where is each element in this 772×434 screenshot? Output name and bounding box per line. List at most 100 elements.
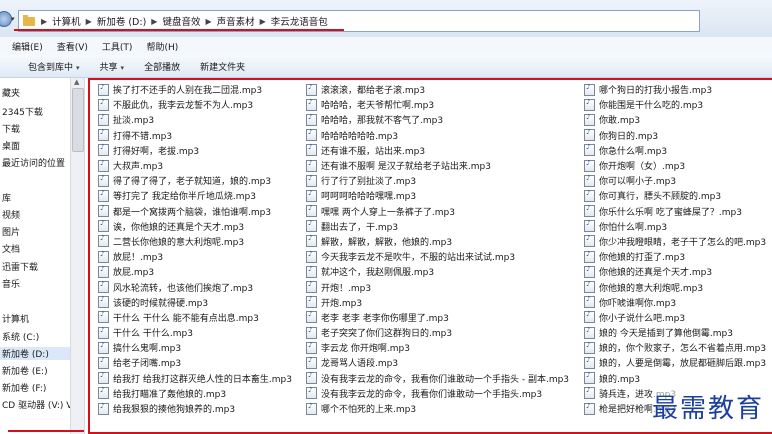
file-item[interactable]: 你他娘的还真是个天才.mp3	[584, 264, 766, 279]
file-item[interactable]: 给我打瞄准了轰他娘的.mp3	[98, 386, 292, 401]
separator-icon[interactable]: ▶	[38, 17, 50, 26]
file-item[interactable]: 解散，解散，解散，他娘的.mp3	[306, 234, 569, 249]
menu-view[interactable]: 查看(V)	[50, 40, 95, 53]
file-item[interactable]: 还有谁不服啊 是汉子就给老子站出来.mp3	[306, 158, 569, 173]
nav-item-drive-c[interactable]: 系统 (C:)	[2, 330, 39, 343]
nav-item-libraries[interactable]: 库	[2, 191, 11, 204]
breadcrumb-voice-pack[interactable]: 李云龙语音包	[269, 14, 330, 28]
file-item[interactable]: 该硬的时候就得硬.mp3	[98, 295, 292, 310]
file-item[interactable]: 你能围是干什么吃的.mp3	[584, 97, 766, 112]
file-item[interactable]: 给老子闭嘴.mp3	[98, 355, 292, 370]
file-item[interactable]: 你开炮啊（女）.mp3	[584, 158, 766, 173]
file-item[interactable]: 哈哈哈，老天爷帮忙啊.mp3	[306, 97, 569, 112]
file-item[interactable]: 今天我李云龙不是吹牛，不服的站出来试试.mp3	[306, 249, 569, 264]
file-item[interactable]: 你吓唬谁啊你.mp3	[584, 295, 766, 310]
nav-item-drive-d[interactable]: 新加卷 (D:)	[0, 347, 72, 360]
breadcrumb-keyboard-sounds[interactable]: 键盘音效	[160, 14, 202, 28]
file-item[interactable]: 哪个狗日的打我小报告.mp3	[584, 82, 766, 97]
file-item[interactable]: 等打完了 我定给你半斤地瓜烧.mp3	[98, 188, 292, 203]
file-item[interactable]: 你可真行，膘头不顾腚的.mp3	[584, 188, 766, 203]
file-item[interactable]: 你少冲我瞪眼睛，老子干了怎么的吧.mp3	[584, 234, 766, 249]
nav-item-documents[interactable]: 文档	[2, 242, 20, 255]
file-item[interactable]: 你怕什么啊.mp3	[584, 219, 766, 234]
file-item[interactable]: 开炮.mp3	[306, 295, 569, 310]
nav-item-favorites[interactable]: 藏夹	[2, 86, 20, 99]
nav-item-desktop[interactable]: 桌面	[2, 139, 20, 152]
file-item[interactable]: 还有谁不服，站出来.mp3	[306, 143, 569, 158]
nav-scrollbar[interactable]: ▲	[70, 78, 84, 434]
file-item[interactable]: 娘的，人要是倒霉，放屁都砸脚后跟.mp3	[584, 355, 766, 370]
file-item[interactable]: 滚滚滚，都给老子滚.mp3	[306, 82, 569, 97]
nav-item-thunder-downloads[interactable]: 迅雷下载	[2, 260, 38, 273]
file-item[interactable]: 就冲这个，我赵刚佩服.mp3	[306, 264, 569, 279]
menu-tools[interactable]: 工具(T)	[95, 40, 140, 53]
menu-help[interactable]: 帮助(H)	[139, 40, 185, 53]
file-item[interactable]: 挨了打不还手的人别在我二団混.mp3	[98, 82, 292, 97]
nav-item-videos[interactable]: 视频	[2, 208, 20, 221]
file-item[interactable]: 没有我李云龙的命令，我看你们谁敢动一个手指头.mp3	[306, 386, 569, 401]
include-in-library-button[interactable]: 包含到库中 ▾	[18, 60, 90, 73]
file-item[interactable]: 打得好啊，老拔.mp3	[98, 143, 292, 158]
nav-item-music[interactable]: 音乐	[2, 277, 20, 290]
menu-edit[interactable]: 编辑(E)	[5, 40, 50, 53]
separator-icon[interactable]: ▶	[202, 17, 214, 26]
file-item[interactable]: 你小子说什么吧.mp3	[584, 310, 766, 325]
file-item[interactable]: 得了得了得了，老子就知道，娘的.mp3	[98, 173, 292, 188]
file-item[interactable]: 大叔声.mp3	[98, 158, 292, 173]
file-item[interactable]: 娘的，你个败家子，怎么不省着点用.mp3	[584, 340, 766, 355]
file-item[interactable]: 翻出去了，干.mp3	[306, 219, 569, 234]
file-item[interactable]: 给我打 给我打这群灭绝人性的日本畜生.mp3	[98, 371, 292, 386]
file-item[interactable]: 哈哈哈哈哈哈.mp3	[306, 128, 569, 143]
breadcrumb-sound-assets[interactable]: 声音素材	[215, 14, 257, 28]
file-item[interactable]: 娘的.mp3	[584, 371, 766, 386]
file-item[interactable]: 你急什么啊.mp3	[584, 143, 766, 158]
nav-item-2345-downloads[interactable]: 2345下载	[2, 105, 43, 118]
file-item[interactable]: 老子突突了你们这群狗日的.mp3	[306, 325, 569, 340]
file-item[interactable]: 行了行了别扯淡了.mp3	[306, 173, 569, 188]
nav-item-drive-f[interactable]: 新加卷 (F:)	[2, 381, 46, 394]
file-item[interactable]: 你他娘的意大利炮呢.mp3	[584, 279, 766, 294]
file-item[interactable]: 龙哥骂人语段.mp3	[306, 355, 569, 370]
nav-item-drive-e[interactable]: 新加卷 (E:)	[2, 364, 48, 377]
file-item[interactable]: 风水轮流转，也该他们挨炮了.mp3	[98, 279, 292, 294]
nav-item-downloads[interactable]: 下载	[2, 122, 20, 135]
file-item[interactable]: 你乐什么乐啊 吃了蜜蜂屎了？.mp3	[584, 204, 766, 219]
play-all-button[interactable]: 全部播放	[134, 60, 190, 73]
breadcrumb-computer[interactable]: 计算机	[50, 14, 83, 28]
file-item[interactable]: 嘿嘿 两个人穿上一条裤子了.mp3	[306, 204, 569, 219]
recent-pages-dropdown-icon[interactable]: ▾	[11, 15, 15, 23]
file-item[interactable]: 你狗日的.mp3	[584, 128, 766, 143]
new-folder-button[interactable]: 新建文件夹	[190, 60, 255, 73]
file-item[interactable]: 哈哈哈，那我就不客气了.mp3	[306, 112, 569, 127]
file-item[interactable]: 放屁！.mp3	[98, 249, 292, 264]
file-item[interactable]: 你他娘的打歪了.mp3	[584, 249, 766, 264]
file-item[interactable]: 开炮！.mp3	[306, 279, 569, 294]
file-item[interactable]: 打得不错.mp3	[98, 128, 292, 143]
file-item[interactable]: 你可以啊小子.mp3	[584, 173, 766, 188]
file-item[interactable]: 没有我李云龙的命令，我看你们谁敢动一个手指头 - 副本.mp3	[306, 371, 569, 386]
file-item[interactable]: 不服此仇，我李云龙誓不为人.mp3	[98, 97, 292, 112]
separator-icon[interactable]: ▶	[148, 17, 160, 26]
file-item[interactable]: 呵呵呵哈哈哈嘿嘿.mp3	[306, 188, 569, 203]
file-item[interactable]: 放屁.mp3	[98, 264, 292, 279]
nav-item-recent-places[interactable]: 最近访问的位置	[2, 156, 65, 169]
file-item[interactable]: 二营长你他娘的意大利炮呢.mp3	[98, 234, 292, 249]
file-item[interactable]: 娘的 今天是插到了算他倒霉.mp3	[584, 325, 766, 340]
file-item[interactable]: 老李 老李 老李你伤哪里了.mp3	[306, 310, 569, 325]
file-item[interactable]: 你敢.mp3	[584, 112, 766, 127]
file-item[interactable]: 李云龙 你开炮啊.mp3	[306, 340, 569, 355]
nav-item-computer[interactable]: 计算机	[2, 312, 29, 325]
nav-item-cd-drive[interactable]: CD 驱动器 (V:) V	[2, 398, 72, 411]
file-item[interactable]: 给我狠狠的揍他狗娘养的.mp3	[98, 401, 292, 416]
file-item[interactable]: 哪个不怕死的上来.mp3	[306, 401, 569, 416]
file-item[interactable]: 诶，你他娘的还真是个天才.mp3	[98, 219, 292, 234]
file-item[interactable]: 干什么 干什么 能不能有点出息.mp3	[98, 310, 292, 325]
breadcrumb-drive-d[interactable]: 新加卷 (D:)	[95, 14, 148, 28]
file-item[interactable]: 干什么 干什么.mp3	[98, 325, 292, 340]
scroll-thumb[interactable]	[72, 88, 84, 152]
file-item[interactable]: 都是一个窝拨两个脑袋，谁怕谁啊.mp3	[98, 204, 292, 219]
nav-item-pictures[interactable]: 图片	[2, 225, 20, 238]
file-item[interactable]: 扯淡.mp3	[98, 112, 292, 127]
separator-icon[interactable]: ▶	[83, 17, 95, 26]
file-item[interactable]: 搞什么鬼啊.mp3	[98, 340, 292, 355]
